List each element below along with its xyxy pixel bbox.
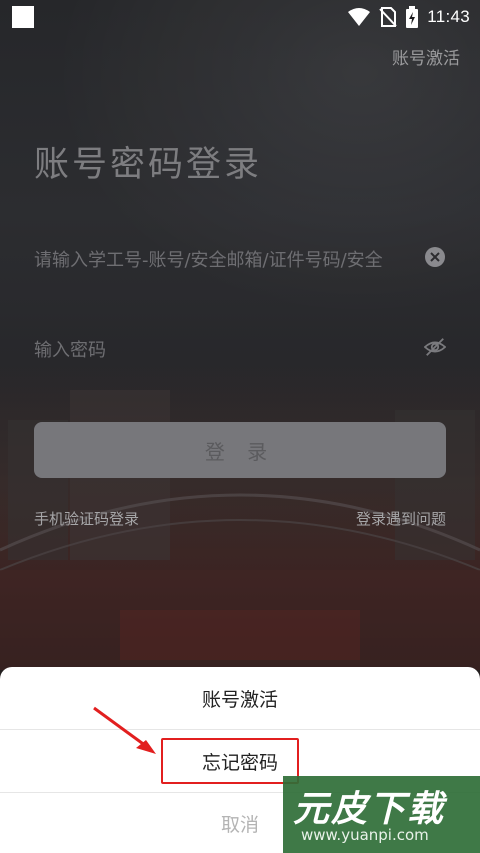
highlight-box bbox=[161, 738, 299, 784]
hide-password-eye-icon[interactable] bbox=[424, 336, 446, 358]
sheet-item-account-activation[interactable]: 账号激活 bbox=[0, 667, 480, 729]
watermark-logo: 元皮下载 www.yuanpi.com bbox=[283, 776, 480, 853]
status-time: 11:43 bbox=[427, 7, 470, 26]
watermark-brand: 元皮下载 bbox=[293, 789, 446, 830]
account-activation-link[interactable]: 账号激活 bbox=[392, 44, 460, 69]
watermark-url: www.yuanpi.com bbox=[301, 826, 429, 844]
sms-login-link[interactable]: 手机验证码登录 bbox=[34, 508, 139, 529]
password-input[interactable]: 输入密码 bbox=[34, 326, 446, 370]
account-input-placeholder: 请输入学工号-账号/安全邮箱/证件号码/安全 bbox=[34, 250, 383, 271]
page-title: 账号密码登录 bbox=[34, 145, 263, 185]
no-sim-icon bbox=[379, 7, 397, 27]
clear-input-icon[interactable] bbox=[424, 246, 446, 268]
red-arrow-icon bbox=[93, 706, 156, 754]
status-icons: 11:43 bbox=[347, 4, 470, 30]
battery-charging-icon bbox=[406, 6, 419, 28]
status-bar: 11:43 bbox=[0, 0, 480, 34]
login-problem-link[interactable]: 登录遇到问题 bbox=[356, 508, 446, 529]
app-square-icon bbox=[12, 6, 34, 28]
login-button[interactable]: 登 录 bbox=[34, 422, 446, 478]
account-input[interactable]: 请输入学工号-账号/安全邮箱/证件号码/安全 bbox=[34, 236, 446, 280]
password-input-placeholder: 输入密码 bbox=[34, 340, 106, 361]
wifi-icon bbox=[348, 8, 371, 26]
